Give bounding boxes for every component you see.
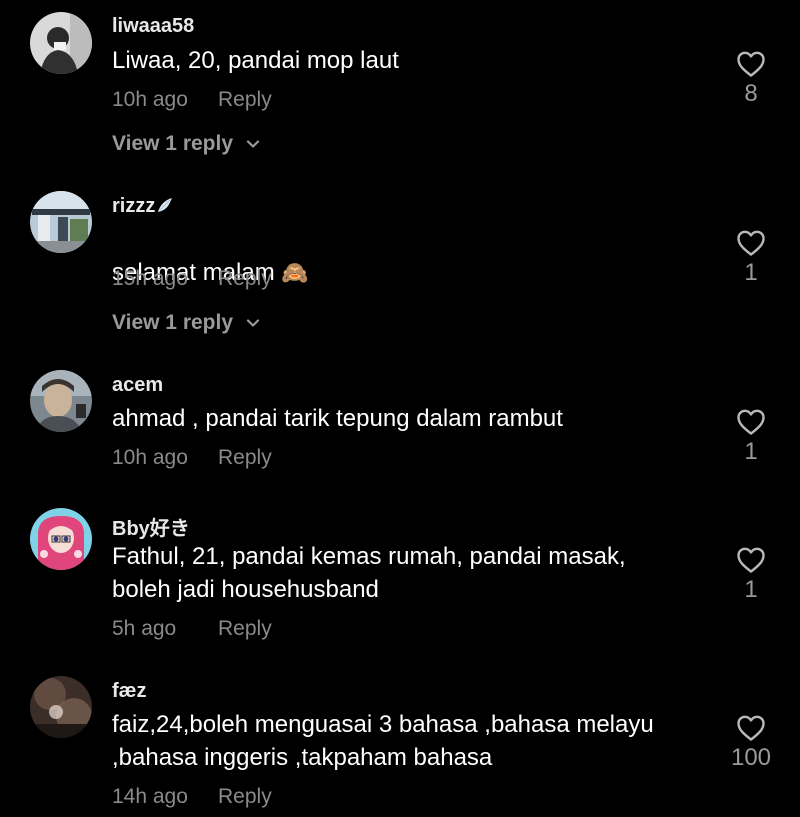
- like-count: 8: [744, 80, 758, 107]
- reply-button[interactable]: Reply: [218, 88, 272, 112]
- comment-timestamp: 5h ago: [112, 617, 177, 640]
- comment-username[interactable]: fæz: [112, 680, 146, 703]
- view-replies-button[interactable]: View 1 reply: [112, 311, 261, 335]
- reply-button[interactable]: Reply: [218, 267, 272, 291]
- comment-timestamp: 10h ago: [112, 88, 188, 111]
- like-button[interactable]: 1: [722, 408, 780, 466]
- chevron-down-icon: [246, 319, 259, 328]
- comment-timestamp: 15h ago: [112, 267, 188, 290]
- avatar[interactable]: [30, 370, 92, 432]
- like-button[interactable]: 1: [722, 229, 780, 287]
- heart-icon: [737, 230, 765, 256]
- angel-wing-icon: [158, 198, 173, 212]
- like-button[interactable]: 8: [722, 50, 780, 108]
- comment-text: Liwaa, 20, pandai mop laut: [112, 47, 399, 74]
- comment-meta: 5h ago Reply: [112, 617, 272, 641]
- like-count: 1: [744, 438, 758, 465]
- view-replies-label: View 1 reply: [112, 311, 234, 334]
- like-button[interactable]: 100: [722, 714, 780, 772]
- view-replies-button[interactable]: View 1 reply: [112, 132, 261, 156]
- heart-icon: [737, 715, 765, 741]
- see-no-evil-monkey-emoji: 🙈: [281, 260, 309, 285]
- comment-username[interactable]: acem: [112, 374, 163, 397]
- comment-username-text: rizzz: [112, 195, 156, 217]
- comment-text: Fathul, 21, pandai kemas rumah, pandai m…: [112, 543, 626, 603]
- heart-icon: [737, 51, 765, 77]
- reply-button[interactable]: Reply: [218, 785, 272, 809]
- avatar[interactable]: [30, 12, 92, 74]
- comment-text: ahmad , pandai tarik tepung dalam rambut: [112, 405, 563, 432]
- comment-timestamp: 14h ago: [112, 785, 188, 808]
- reply-button[interactable]: Reply: [218, 446, 272, 470]
- like-count: 100: [730, 744, 772, 771]
- like-button[interactable]: 1: [722, 546, 780, 604]
- comment-timestamp: 10h ago: [112, 446, 188, 469]
- comment-username[interactable]: rizzz: [112, 195, 174, 218]
- comment-username[interactable]: liwaaa58: [112, 15, 194, 38]
- reply-button[interactable]: Reply: [218, 617, 272, 641]
- comment-meta: 10h ago Reply: [112, 88, 272, 112]
- heart-icon: [737, 547, 765, 573]
- heart-icon: [737, 409, 765, 435]
- comment-meta: 15h ago Reply: [112, 267, 272, 291]
- chevron-down-icon: [246, 140, 259, 149]
- view-replies-label: View 1 reply: [112, 132, 234, 155]
- comment-meta: 10h ago Reply: [112, 446, 272, 470]
- comment-text: faiz,24,boleh menguasai 3 bahasa ,bahasa…: [112, 711, 654, 771]
- avatar[interactable]: [30, 508, 92, 570]
- avatar[interactable]: [30, 676, 92, 738]
- avatar[interactable]: [30, 191, 92, 253]
- comment-meta: 14h ago Reply: [112, 785, 272, 809]
- like-count: 1: [744, 259, 758, 286]
- comment-username[interactable]: Bby好き: [112, 512, 190, 541]
- like-count: 1: [744, 576, 758, 603]
